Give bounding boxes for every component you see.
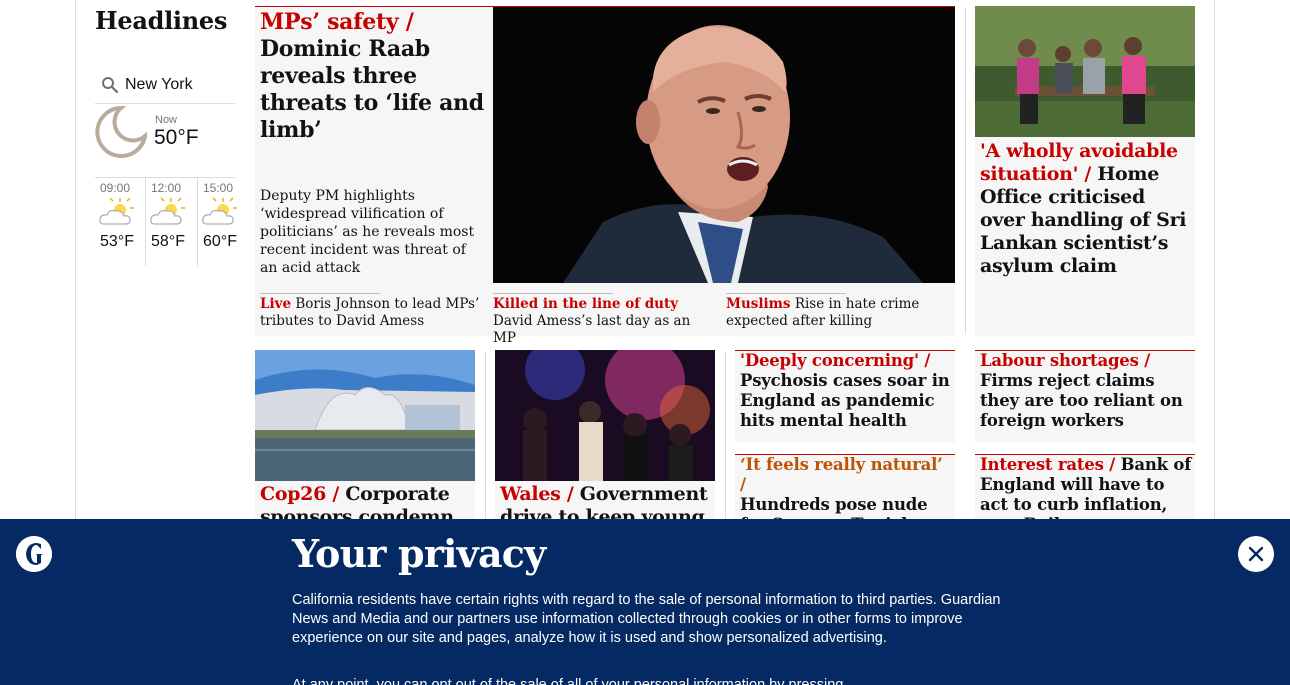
sublink-killed[interactable]: Killed in the line of duty David Amess’s… bbox=[493, 296, 715, 347]
story-photo-family bbox=[975, 6, 1195, 137]
sublink-text: Boris Johnson to lead MPs’ tributes to D… bbox=[260, 296, 480, 329]
sublink-kicker: Live bbox=[260, 296, 292, 312]
section-title: Headlines bbox=[95, 6, 228, 35]
story-kicker: Interest rates / bbox=[980, 455, 1116, 474]
sublink-muslims[interactable]: Muslims Rise in hate crime expected afte… bbox=[726, 296, 948, 330]
partly-cloudy-icon bbox=[99, 197, 134, 225]
sublink-divider bbox=[260, 293, 380, 294]
story-card-wales[interactable]: Wales / Government drive to keep young bbox=[495, 350, 715, 519]
sublink-divider bbox=[493, 293, 613, 294]
story-headline-wales[interactable]: Wales / Government drive to keep young bbox=[500, 483, 712, 519]
main-headline-text: Dominic Raab reveals three threats to ‘l… bbox=[260, 36, 484, 143]
main-kicker: MPs’ safety / bbox=[260, 9, 414, 35]
main-story-card[interactable]: MPs’ safety / Dominic Raab reveals three… bbox=[255, 6, 955, 346]
story-headline-interest[interactable]: Interest rates / Bank of England will ha… bbox=[980, 455, 1192, 519]
moon-icon bbox=[95, 106, 147, 158]
column-divider bbox=[965, 8, 966, 334]
guardian-logo bbox=[16, 536, 52, 572]
story-card-asylum[interactable]: 'A wholly avoidable situation' / Home Of… bbox=[975, 6, 1195, 336]
forecast-temp: 53°F bbox=[100, 233, 134, 250]
story-headline-labour[interactable]: Labour shortages / Firms reject claims t… bbox=[980, 351, 1192, 431]
sublink-kicker: Muslims bbox=[726, 296, 791, 312]
forecast-temp: 58°F bbox=[151, 233, 185, 250]
story-headline-psychosis[interactable]: 'Deeply concerning' / Psychosis cases so… bbox=[740, 351, 952, 431]
weather-now-temp: 50°F bbox=[154, 126, 199, 149]
story-kicker: 'Deeply concerning' / bbox=[740, 351, 931, 370]
forecast-temp: 60°F bbox=[203, 233, 237, 250]
privacy-body-optout: At any point, you can opt out of the sal… bbox=[292, 677, 844, 685]
search-icon bbox=[102, 76, 119, 93]
weather-now-label: Now bbox=[155, 114, 178, 126]
forecast-time: 12:00 bbox=[151, 181, 182, 195]
story-headline-tunick[interactable]: ‘It feels really natural’ / Hundreds pos… bbox=[740, 455, 952, 519]
story-photo-glasgow bbox=[255, 350, 475, 481]
main-standfirst: Deputy PM highlights ‘widespread vilific… bbox=[260, 188, 475, 276]
sublink-divider bbox=[726, 293, 846, 294]
close-button[interactable] bbox=[1238, 536, 1274, 572]
sublink-live[interactable]: Live Boris Johnson to lead MPs’ tributes… bbox=[260, 296, 482, 330]
story-card-cop26[interactable]: Cop26 / Corporate sponsors condemn bbox=[255, 350, 475, 519]
partly-cloudy-icon bbox=[202, 197, 237, 225]
sublink-text: David Amess’s last day as an MP bbox=[493, 313, 691, 346]
partly-cloudy-icon bbox=[150, 197, 185, 225]
privacy-title: Your privacy bbox=[292, 531, 546, 576]
story-headline-text: Hundreds pose nude for Spencer Tunick sh… bbox=[740, 495, 928, 519]
story-headline-text: Firms reject claims they are too reliant… bbox=[980, 371, 1183, 430]
story-card-psychosis[interactable]: 'Deeply concerning' / Psychosis cases so… bbox=[735, 350, 955, 442]
story-kicker: Wales / bbox=[500, 483, 574, 505]
story-card-labour[interactable]: Labour shortages / Firms reject claims t… bbox=[975, 350, 1195, 442]
privacy-body: California residents have certain rights… bbox=[292, 592, 1001, 646]
close-icon bbox=[1248, 546, 1264, 562]
story-card-interest[interactable]: Interest rates / Bank of England will ha… bbox=[975, 454, 1195, 519]
column-divider bbox=[485, 352, 486, 519]
forecast-time: 09:00 bbox=[100, 181, 131, 195]
main-headline[interactable]: MPs’ safety / Dominic Raab reveals three… bbox=[260, 9, 488, 144]
story-kicker: Labour shortages / bbox=[980, 351, 1151, 370]
story-headline-asylum[interactable]: 'A wholly avoidable situation' / Home Of… bbox=[980, 140, 1190, 278]
forecast-time: 15:00 bbox=[203, 181, 234, 195]
privacy-banner: Your privacy California residents have c… bbox=[0, 519, 1290, 685]
story-kicker: ‘It feels really natural’ / bbox=[740, 455, 943, 494]
column-divider bbox=[725, 352, 726, 519]
sublink-kicker: Killed in the line of duty bbox=[493, 296, 679, 312]
story-photo-nightclub bbox=[495, 350, 715, 481]
weather-location-field[interactable]: New York bbox=[95, 66, 235, 104]
story-kicker: Cop26 / bbox=[260, 483, 339, 505]
forecast-slot: 12:00 58°F bbox=[145, 178, 195, 266]
main-photo[interactable] bbox=[493, 7, 955, 283]
weather-location: New York bbox=[125, 75, 193, 93]
story-card-tunick[interactable]: ‘It feels really natural’ / Hundreds pos… bbox=[735, 454, 955, 519]
story-headline-text: Psychosis cases soar in England as pande… bbox=[740, 371, 950, 430]
forecast-slot: 09:00 53°F bbox=[95, 178, 145, 266]
story-headline-cop26[interactable]: Cop26 / Corporate sponsors condemn bbox=[260, 483, 472, 519]
forecast-slot: 15:00 60°F bbox=[197, 178, 247, 266]
